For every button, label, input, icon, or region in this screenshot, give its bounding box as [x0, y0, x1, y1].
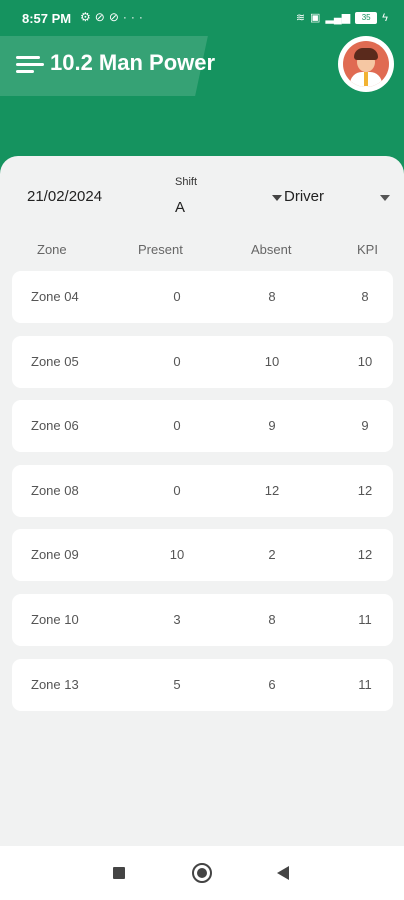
app-bar: 10.2 Man Power [0, 36, 404, 100]
zone-cell: Zone 09 [31, 547, 79, 562]
status-bar: 8:57 PM ⚙⊘⊘··· ≋ ▣ ▂▄▆ 35 ϟ [0, 0, 404, 36]
home-icon[interactable] [192, 863, 212, 883]
role-value: Driver [284, 188, 324, 205]
gear-icon: ⚙ [80, 10, 95, 24]
page-title: 10.2 Man Power [50, 50, 216, 75]
table-row[interactable]: Zone 04 0 8 8 [12, 271, 393, 323]
table-row[interactable]: Zone 13 5 6 11 [12, 659, 393, 711]
chevron-down-icon[interactable] [380, 195, 390, 201]
more-icon: ··· [122, 10, 147, 24]
battery-icon: 35 [355, 11, 378, 24]
present-cell: 0 [173, 354, 181, 369]
zone-cell: Zone 04 [31, 289, 79, 304]
system-nav-bar [0, 846, 404, 900]
sync-icon: ⊘ [108, 10, 123, 24]
sim-icon: ▣ [310, 12, 321, 24]
date-picker[interactable]: 21/02/2024 [27, 188, 102, 205]
back-icon[interactable] [277, 866, 289, 880]
sync-icon: ⊘ [94, 10, 109, 24]
signal-icon: ▂▄▆ [325, 12, 351, 24]
absent-cell: 9 [268, 418, 276, 433]
column-header-kpi: KPI [357, 242, 378, 257]
absent-cell: 8 [268, 612, 276, 627]
role-dropdown[interactable]: Driver [272, 188, 394, 210]
present-cell: 0 [173, 289, 181, 304]
present-cell: 5 [173, 677, 181, 692]
column-header-present: Present [138, 242, 183, 257]
kpi-cell: 12 [357, 547, 373, 562]
wifi-icon: ≋ [295, 12, 306, 24]
column-header-absent: Absent [251, 242, 292, 257]
absent-cell: 2 [268, 547, 276, 562]
table-row[interactable]: Zone 06 0 9 9 [12, 400, 393, 452]
recents-icon[interactable] [113, 867, 125, 879]
present-cell: 10 [169, 547, 185, 562]
content-card: 21/02/2024 Shift A Driver Zone Present A… [0, 156, 404, 846]
avatar[interactable] [338, 36, 394, 92]
kpi-cell: 12 [357, 483, 373, 498]
absent-cell: 12 [264, 483, 280, 498]
zone-cell: Zone 10 [31, 612, 79, 627]
table-row[interactable]: Zone 09 10 2 12 [12, 529, 393, 581]
zone-cell: Zone 05 [31, 354, 79, 369]
kpi-cell: 11 [358, 677, 372, 692]
table-row[interactable]: Zone 08 0 12 12 [12, 465, 393, 517]
status-notification-icons: ⚙⊘⊘··· [80, 10, 147, 24]
present-cell: 3 [173, 612, 181, 627]
avatar-icon [343, 41, 389, 87]
zone-cell: Zone 08 [31, 483, 79, 498]
present-cell: 0 [173, 483, 181, 498]
status-system-icons: ≋ ▣ ▂▄▆ 35 ϟ [296, 11, 388, 24]
shift-label: Shift [175, 176, 198, 188]
kpi-cell: 10 [357, 354, 373, 369]
shift-selector[interactable]: A [175, 199, 185, 216]
kpi-cell: 9 [361, 418, 369, 433]
zone-cell: Zone 13 [31, 677, 79, 692]
zone-cell: Zone 06 [31, 418, 79, 433]
charging-icon: ϟ [382, 11, 388, 24]
kpi-cell: 11 [358, 612, 372, 627]
absent-cell: 6 [268, 677, 276, 692]
column-header-zone: Zone [37, 242, 67, 257]
absent-cell: 8 [268, 289, 276, 304]
menu-icon[interactable] [16, 54, 44, 76]
table-row[interactable]: Zone 05 0 10 10 [12, 336, 393, 388]
absent-cell: 10 [264, 354, 280, 369]
kpi-cell: 8 [361, 289, 369, 304]
present-cell: 0 [173, 418, 181, 433]
status-time: 8:57 PM [22, 11, 72, 26]
table-row[interactable]: Zone 10 3 8 11 [12, 594, 393, 646]
caret-down-icon [272, 195, 282, 201]
